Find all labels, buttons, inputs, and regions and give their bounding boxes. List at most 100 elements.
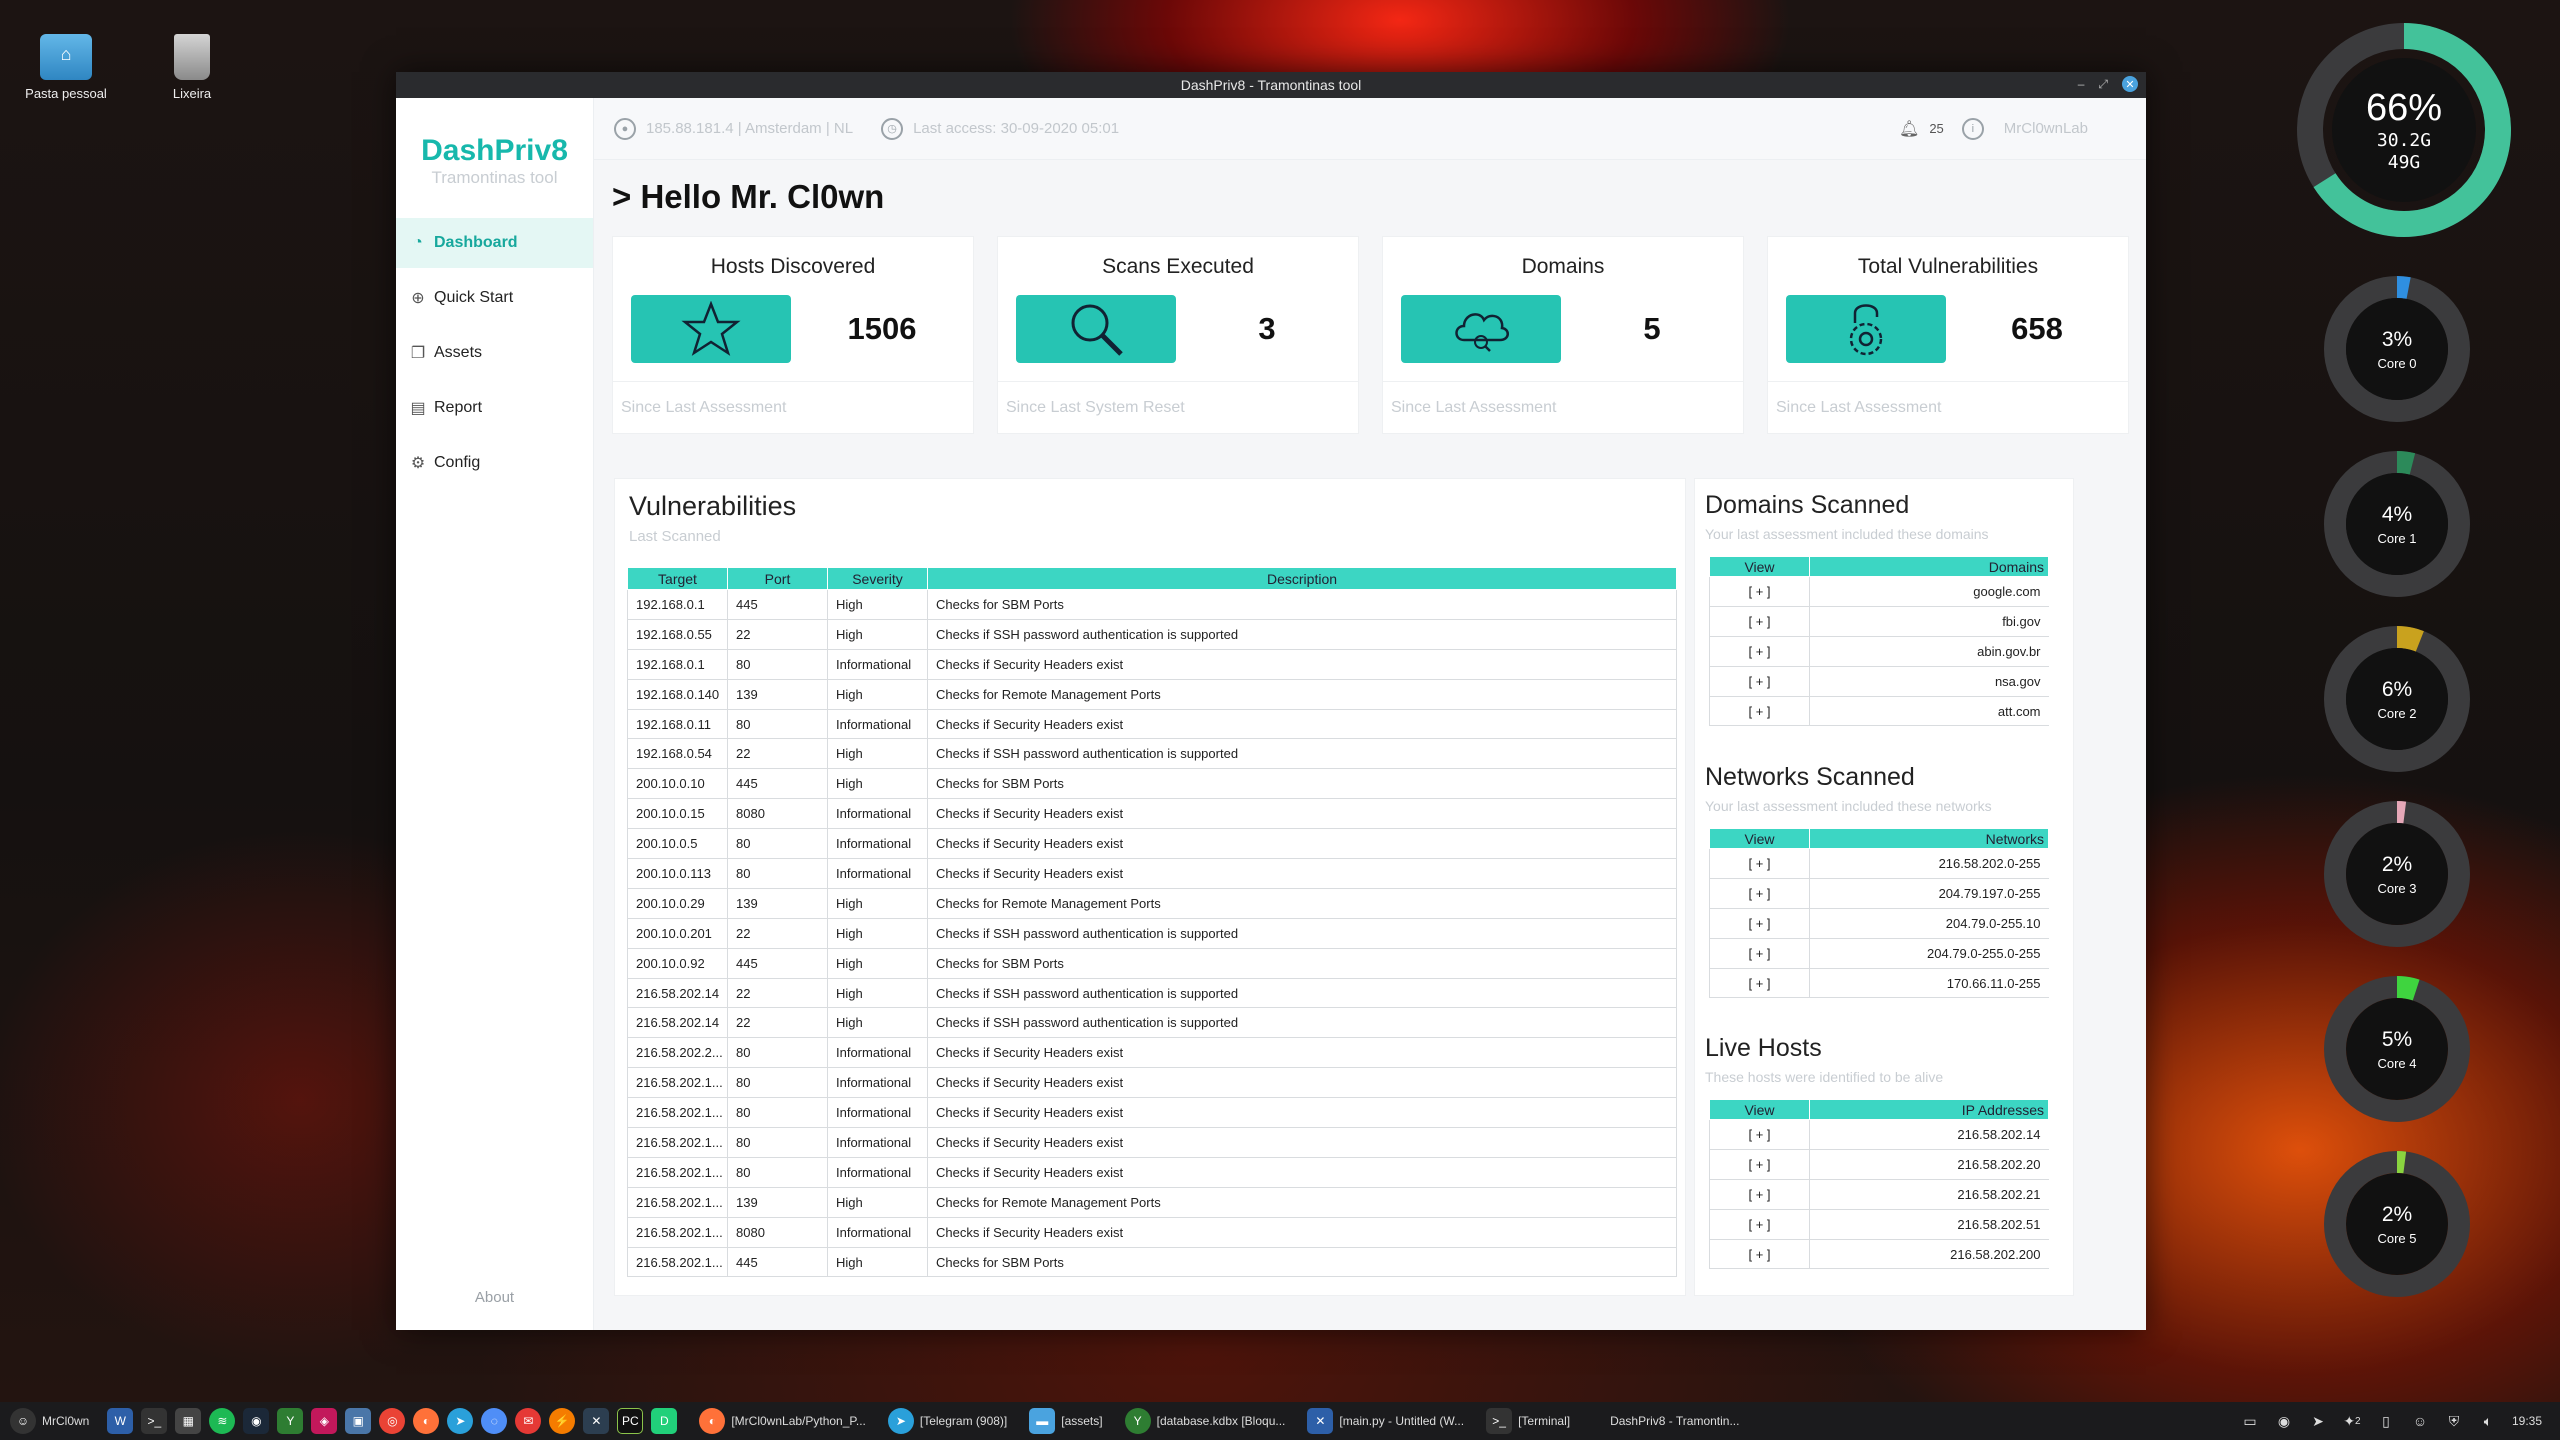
network-row[interactable]: [ + ] 170.66.11.0-255 xyxy=(1709,968,2049,999)
telegram-tray-icon[interactable]: ➤ xyxy=(2308,1411,2328,1431)
column-header-view[interactable]: View xyxy=(1709,556,1810,577)
table-cell[interactable]: [ + ] xyxy=(1709,908,1810,939)
clock[interactable]: 19:35 xyxy=(2512,1414,2542,1428)
task-terminal[interactable]: >_ [Terminal] xyxy=(1486,1408,1570,1434)
game-icon[interactable]: ◈ xyxy=(311,1408,338,1434)
live-host-row[interactable]: [ + ] 216.58.202.14 xyxy=(1709,1119,2049,1150)
user-name[interactable]: MrCl0wnLab xyxy=(2004,120,2088,137)
sidebar-item-report[interactable]: ▤ Report xyxy=(396,383,593,433)
network-row[interactable]: [ + ] 216.58.202.0-255 xyxy=(1709,848,2049,879)
column-header-description[interactable]: Description xyxy=(927,567,1677,590)
task-telegram[interactable]: ➤ [Telegram (908)] xyxy=(887,1408,1007,1434)
volume-icon[interactable]: 🔈︎ xyxy=(2478,1411,2498,1431)
domain-row[interactable]: [ + ] nsa.gov xyxy=(1709,666,2049,697)
task-editor[interactable]: ✕ [main.py - Untitled (W... xyxy=(1307,1408,1464,1434)
column-header-ip-addresses[interactable]: IP Addresses xyxy=(1809,1099,2049,1120)
vulnerability-row[interactable]: 200.10.0.29 139 High Checks for Remote Mana… xyxy=(627,888,1677,919)
firefox-icon[interactable]: ◐ xyxy=(413,1408,440,1434)
live-host-row[interactable]: [ + ] 216.58.202.20 xyxy=(1709,1149,2049,1180)
window-titlebar[interactable]: DashPriv8 - Tramontinas tool – ⤢ ✕ xyxy=(396,72,2146,98)
vulnerability-row[interactable]: 192.168.0.1 80 Informational Checks if Secu… xyxy=(627,649,1677,680)
column-header-port[interactable]: Port xyxy=(727,567,828,590)
vulnerability-row[interactable]: 216.58.202.1... 80 Informational Checks if … xyxy=(627,1067,1677,1099)
vscode-icon[interactable]: W xyxy=(107,1408,134,1434)
desktop-icon-trash[interactable]: Lixeira xyxy=(142,34,242,101)
close-icon[interactable]: ✕ xyxy=(2122,76,2138,92)
table-cell[interactable]: [ + ] xyxy=(1709,1239,1810,1270)
table-cell[interactable]: [ + ] xyxy=(1709,1179,1810,1210)
vulnerability-row[interactable]: 216.58.202.2... 80 Informational Checks if … xyxy=(627,1037,1677,1069)
vulnerability-row[interactable]: 192.168.0.140 139 High Checks for Remote Ma… xyxy=(627,679,1677,710)
vulnerability-row[interactable]: 200.10.0.15 8080 Informational Checks if Se… xyxy=(627,798,1677,830)
sidebar-item-quick-start[interactable]: ⊕ Quick Start xyxy=(396,273,593,323)
sidebar-item-assets[interactable]: ❐ Assets xyxy=(396,328,593,378)
column-header-networks[interactable]: Networks xyxy=(1809,828,2049,849)
notification-tray-icon[interactable]: ✦ 2 xyxy=(2342,1411,2362,1431)
vulnerability-row[interactable]: 216.58.202.1... 139 High Checks for Remote … xyxy=(627,1187,1677,1218)
telegram-icon[interactable]: ➤ xyxy=(447,1408,474,1434)
task-keepass[interactable]: Y [database.kdbx [Bloqu... xyxy=(1124,1408,1285,1434)
terminal-icon[interactable]: >_ xyxy=(141,1408,168,1434)
vulnerability-row[interactable]: 200.10.0.5 80 Informational Checks if Secur… xyxy=(627,828,1677,860)
column-header-severity[interactable]: Severity xyxy=(827,567,928,590)
vulnerability-row[interactable]: 200.10.0.113 80 Informational Checks if Sec… xyxy=(627,858,1677,889)
keepass-icon[interactable]: Y xyxy=(277,1408,304,1434)
minimize-icon[interactable]: – xyxy=(2078,77,2085,91)
user-menu[interactable]: ☺ MrCl0wn xyxy=(6,1408,89,1434)
domain-row[interactable]: [ + ] fbi.gov xyxy=(1709,606,2049,637)
domain-row[interactable]: [ + ] abin.gov.br xyxy=(1709,636,2049,667)
domain-row[interactable]: [ + ] google.com xyxy=(1709,576,2049,607)
user-icon[interactable]: i xyxy=(1961,117,1984,140)
chat-icon[interactable]: ✉ xyxy=(515,1408,542,1434)
dbeaver-icon[interactable]: D xyxy=(651,1408,678,1434)
vulnerability-row[interactable]: 200.10.0.201 22 High Checks if SSH password… xyxy=(627,918,1677,949)
column-header-domains[interactable]: Domains xyxy=(1809,556,2049,577)
bell-icon[interactable]: 🔔︎ xyxy=(1899,119,1919,139)
vulnerability-row[interactable]: 216.58.202.1... 80 Informational Checks if … xyxy=(627,1157,1677,1188)
vulnerability-row[interactable]: 200.10.0.10 445 High Checks for SBM Ports xyxy=(627,768,1677,800)
vulnerability-row[interactable]: 192.168.0.11 80 Informational Checks if Sec… xyxy=(627,709,1677,740)
table-cell[interactable]: [ + ] xyxy=(1709,938,1810,969)
maximize-icon[interactable]: ⤢ xyxy=(2098,77,2108,92)
task-firefox[interactable]: ◐ [MrCl0wnLab/Python_P... xyxy=(699,1408,866,1434)
network-row[interactable]: [ + ] 204.79.0-255.0-255 xyxy=(1709,938,2049,969)
live-host-row[interactable]: [ + ] 216.58.202.51 xyxy=(1709,1209,2049,1240)
table-cell[interactable]: [ + ] xyxy=(1709,1209,1810,1240)
table-cell[interactable]: [ + ] xyxy=(1709,848,1810,879)
vulnerability-row[interactable]: 192.168.0.55 22 High Checks if SSH password… xyxy=(627,619,1677,650)
table-cell[interactable]: [ + ] xyxy=(1709,606,1810,637)
table-cell[interactable]: [ + ] xyxy=(1709,576,1810,607)
signal-icon[interactable]: ◌ xyxy=(481,1408,508,1434)
calculator-icon[interactable]: ▦ xyxy=(175,1408,202,1434)
files-icon[interactable]: ▣ xyxy=(345,1408,372,1434)
burp-icon[interactable]: ⚡ xyxy=(549,1408,576,1434)
chrome-icon[interactable]: ◎ xyxy=(379,1408,406,1434)
task-assets-folder[interactable]: ▬ [assets] xyxy=(1029,1408,1103,1434)
column-header-view[interactable]: View xyxy=(1709,1099,1810,1120)
column-header-target[interactable]: Target xyxy=(627,567,728,590)
column-header-view[interactable]: View xyxy=(1709,828,1810,849)
steam-icon[interactable]: ◉ xyxy=(243,1408,270,1434)
vulnerability-row[interactable]: 216.58.202.14 22 High Checks if SSH passwor… xyxy=(627,978,1677,1009)
network-row[interactable]: [ + ] 204.79.197.0-255 xyxy=(1709,878,2049,909)
steam-tray-icon[interactable]: ◉ xyxy=(2274,1411,2294,1431)
task-dashpriv8[interactable]: DashPriv8 - Tramontin... xyxy=(1610,1414,1739,1428)
screens-icon[interactable]: ▭ xyxy=(2240,1411,2260,1431)
table-cell[interactable]: [ + ] xyxy=(1709,636,1810,667)
table-cell[interactable]: [ + ] xyxy=(1709,878,1810,909)
live-host-row[interactable]: [ + ] 216.58.202.21 xyxy=(1709,1179,2049,1210)
network-row[interactable]: [ + ] 204.79.0-255.10 xyxy=(1709,908,2049,939)
sidebar-item-dashboard[interactable]: ◔ Dashboard xyxy=(396,218,593,268)
spotify-icon[interactable]: ≋ xyxy=(209,1408,236,1434)
table-cell[interactable]: [ + ] xyxy=(1709,1119,1810,1150)
pycharm-icon[interactable]: PC xyxy=(617,1408,644,1434)
table-cell[interactable]: [ + ] xyxy=(1709,666,1810,697)
vulnerability-row[interactable]: 200.10.0.92 445 High Checks for SBM Ports xyxy=(627,948,1677,979)
battery-icon[interactable]: ▯ xyxy=(2376,1411,2396,1431)
vulnerability-row[interactable]: 216.58.202.1... 445 High Checks for SBM Por… xyxy=(627,1247,1677,1278)
vulnerability-row[interactable]: 216.58.202.1... 80 Informational Checks if … xyxy=(627,1127,1677,1158)
code-icon[interactable]: ✕ xyxy=(583,1408,610,1434)
desktop-icon-home-folder[interactable]: Pasta pessoal xyxy=(16,34,116,101)
table-cell[interactable]: [ + ] xyxy=(1709,968,1810,999)
domain-row[interactable]: [ + ] att.com xyxy=(1709,696,2049,727)
